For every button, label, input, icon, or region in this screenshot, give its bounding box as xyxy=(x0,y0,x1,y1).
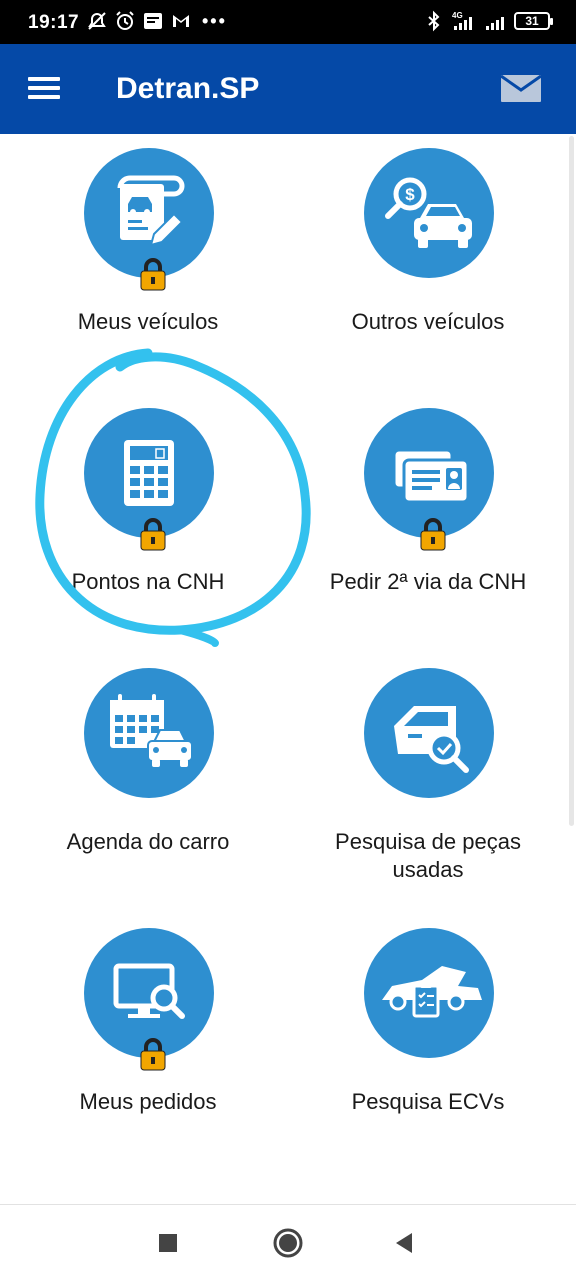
calendar-car-icon xyxy=(84,668,214,798)
tile-label: Pesquisa ECVs xyxy=(351,1089,505,1114)
lock-icon xyxy=(140,1038,166,1071)
status-left-icons: ••• xyxy=(86,10,227,32)
status-time: 19:17 xyxy=(28,12,80,33)
notification-icon xyxy=(144,13,162,29)
bluetooth-icon xyxy=(428,10,440,32)
mute-icon xyxy=(88,12,106,30)
home-icon[interactable] xyxy=(270,1225,306,1261)
car-inspection-icon xyxy=(364,928,494,1058)
status-right-icons: 4G 31 xyxy=(423,10,553,32)
tile-pontos-cnh[interactable]: Pontos na CNH xyxy=(6,394,290,654)
battery-icon: 31 xyxy=(514,12,553,30)
tile-meus-pedidos[interactable]: Meus pedidos xyxy=(6,914,290,1174)
tile-label: Pontos na CNH xyxy=(71,569,225,594)
lock-icon xyxy=(140,518,166,551)
car-search-money-icon: $ xyxy=(364,148,494,278)
tile-meus-veiculos[interactable]: Meus veículos xyxy=(6,134,290,394)
status-bar: 19:17 ••• 4G 31 xyxy=(0,0,576,44)
tile-segunda-via-cnh[interactable]: Pedir 2ª via da CNH xyxy=(286,394,570,654)
back-icon[interactable] xyxy=(386,1225,422,1261)
menu-icon[interactable] xyxy=(28,77,60,101)
tile-label: Pedir 2ª via da CNH xyxy=(329,569,527,594)
recents-icon[interactable] xyxy=(150,1225,186,1261)
tile-agenda-carro[interactable]: Agenda do carro xyxy=(6,654,290,914)
tile-pesquisa-ecvs[interactable]: Pesquisa ECVs xyxy=(286,914,570,1174)
lock-icon xyxy=(420,518,446,551)
tile-label: Meus pedidos xyxy=(79,1089,217,1114)
alarm-icon xyxy=(116,11,134,30)
tile-label: Outros veículos xyxy=(351,309,505,334)
tile-label: Pesquisa de peças usadas xyxy=(335,829,521,882)
gmail-icon xyxy=(173,15,189,27)
tile-label: Agenda do carro xyxy=(66,829,230,854)
signal-4g-icon: 4G xyxy=(452,11,472,30)
car-door-search-icon xyxy=(364,668,494,798)
more-notifications: ••• xyxy=(202,10,227,31)
app-bar: Detran.SP xyxy=(0,44,576,134)
tile-outros-veiculos[interactable]: $ Outros veículos xyxy=(286,134,570,394)
tile-label: Meus veículos xyxy=(77,309,219,334)
tile-pesquisa-pecas[interactable]: Pesquisa de peças usadas xyxy=(286,654,570,914)
navigation-bar xyxy=(0,1204,576,1280)
app-title: Detran.SP xyxy=(116,72,260,105)
mail-icon[interactable] xyxy=(500,72,542,104)
svg-text:4G: 4G xyxy=(452,11,463,20)
svg-text:$: $ xyxy=(405,185,415,204)
signal-icon xyxy=(486,17,504,30)
lock-icon xyxy=(140,258,166,291)
